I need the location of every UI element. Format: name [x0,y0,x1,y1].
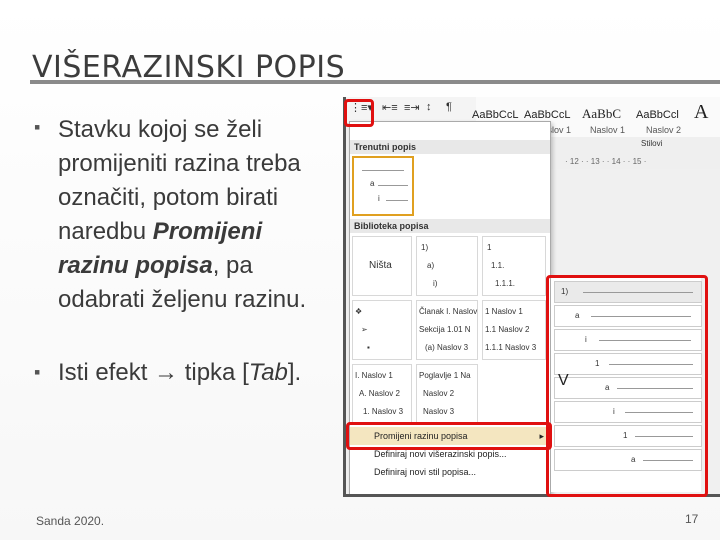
style-label: Naslov 2 [646,125,682,135]
list-line [362,170,404,171]
bullet-1-line-5-tail: , pa [212,252,253,279]
bullet-1-line-1: Stavku kojoj se želi [58,116,263,143]
pilcrow-icon[interactable]: ¶ [446,101,452,119]
list-marker: 1) [421,243,429,252]
list-style-cell[interactable]: ❖ ➢ ▪ [352,300,412,360]
bullet-2: Isti efekt → tipka [Tab]. [58,356,348,390]
list-marker: i [378,194,380,203]
style-sample[interactable]: AaBbCcL [472,109,518,121]
list-marker: I. Naslov 1 [355,371,393,380]
list-marker: 1 [487,243,492,252]
list-marker: a) [427,261,435,270]
decrease-indent-icon[interactable]: ⇤≡ [382,101,398,119]
list-line [386,200,408,201]
arrow-bullet-icon: ➢ [361,325,368,334]
list-style-cell[interactable]: Članak I. Naslov Sekcija 1.01 N (a) Nasl… [416,300,478,360]
diamond-bullet-icon: ❖ [355,307,363,316]
list-marker: 1 Naslov 1 [485,307,523,316]
list-marker: 1.1.1 Naslov 3 [485,343,537,352]
style-sample[interactable]: AaBbCcl [636,109,679,121]
none-label: Ništa [369,260,392,271]
bullet-1-line-5: razinu popisa, pa [58,249,358,283]
list-none-cell[interactable]: Ništa [352,236,412,296]
bullet-2-post: ]. [287,359,302,386]
list-marker: a [370,179,375,188]
styles-group-label: Stilovi [641,139,663,148]
square-bullet-icon: ▪ [34,117,41,137]
bullet-1-line-2: promijeniti razina treba [58,150,301,177]
list-style-cell[interactable]: 1 Naslov 1 1.1 Naslov 2 1.1.1 Naslov 3 [482,300,546,360]
page-number: 17 [685,512,699,526]
list-style-cell[interactable]: 1) a) i) [416,236,478,296]
ruler-ticks: · 12 · · 13 · · 14 · · 15 · [565,157,647,166]
bullet-1-line-4-text: naredbu [58,218,153,245]
list-style-cell[interactable]: I. Naslov 1 A. Naslov 2 1. Naslov 3 [352,364,412,424]
bullet-2-pre: Isti efekt → tipka [ [58,359,249,386]
current-list-cell[interactable]: a i [352,156,414,216]
list-marker: A. Naslov 2 [359,389,400,398]
list-marker: 1.1.1. [495,279,516,288]
highlight-change-level-item [346,422,552,450]
increase-indent-icon[interactable]: ≡⇥ [404,101,420,119]
define-list-style-item[interactable]: Definiraj novi stil popisa... [350,463,548,481]
bullet-1: Stavku kojoj se želi promijeniti razina … [58,113,358,317]
list-marker: Naslov 3 [423,407,455,416]
list-library-header: Biblioteka popisa [350,219,550,233]
list-style-cell[interactable]: 1 1.1. 1.1.1. [482,236,546,296]
footer-author: Sanda 2020. [36,514,105,528]
list-style-cell[interactable]: Poglavlje 1 Na Naslov 2 Naslov 3 [416,364,478,424]
highlight-multilevel-button [344,99,374,127]
current-list-header: Trenutni popis [350,140,550,154]
v-mark: V [558,372,569,389]
style-sample[interactable]: AaBbCcL [524,109,570,121]
title-divider [30,80,720,84]
list-marker: Naslov 2 [423,389,455,398]
list-line [378,185,408,186]
bold-command-promijeni: Promijeni [152,218,263,245]
style-sample[interactable]: AaBbC [582,106,621,122]
bullet-1-line-6: odabrati željenu razinu. [58,286,307,313]
bullet-1-line-3: označiti, potom birati [58,184,279,211]
style-sample-a-icon[interactable]: A [694,101,708,124]
list-marker: 1.1 Naslov 2 [485,325,530,334]
bullet-1-line-4: naredbu Promijeni [58,215,358,249]
list-marker: (a) Naslov 3 [425,343,469,352]
sort-icon[interactable]: ↕ [426,101,432,119]
list-marker: Članak I. Naslov [419,307,478,316]
bullet-2-key: Tab [248,359,288,386]
highlight-level-submenu [546,275,708,497]
list-marker: 1.1. [491,261,505,270]
list-marker: i) [433,279,438,288]
ruler: Stilovi · 12 · · 13 · · 14 · · 15 · [551,137,720,169]
bold-command-razinu: razinu popisa [58,252,213,279]
list-marker: Sekcija 1.01 N [419,325,471,334]
list-marker: Poglavlje 1 Na [419,371,471,380]
square-bullet-icon: ▪ [34,362,41,382]
list-marker: 1. Naslov 3 [363,407,404,416]
square-bullet-small-icon: ▪ [367,343,370,352]
style-label: Naslov 1 [590,125,626,135]
